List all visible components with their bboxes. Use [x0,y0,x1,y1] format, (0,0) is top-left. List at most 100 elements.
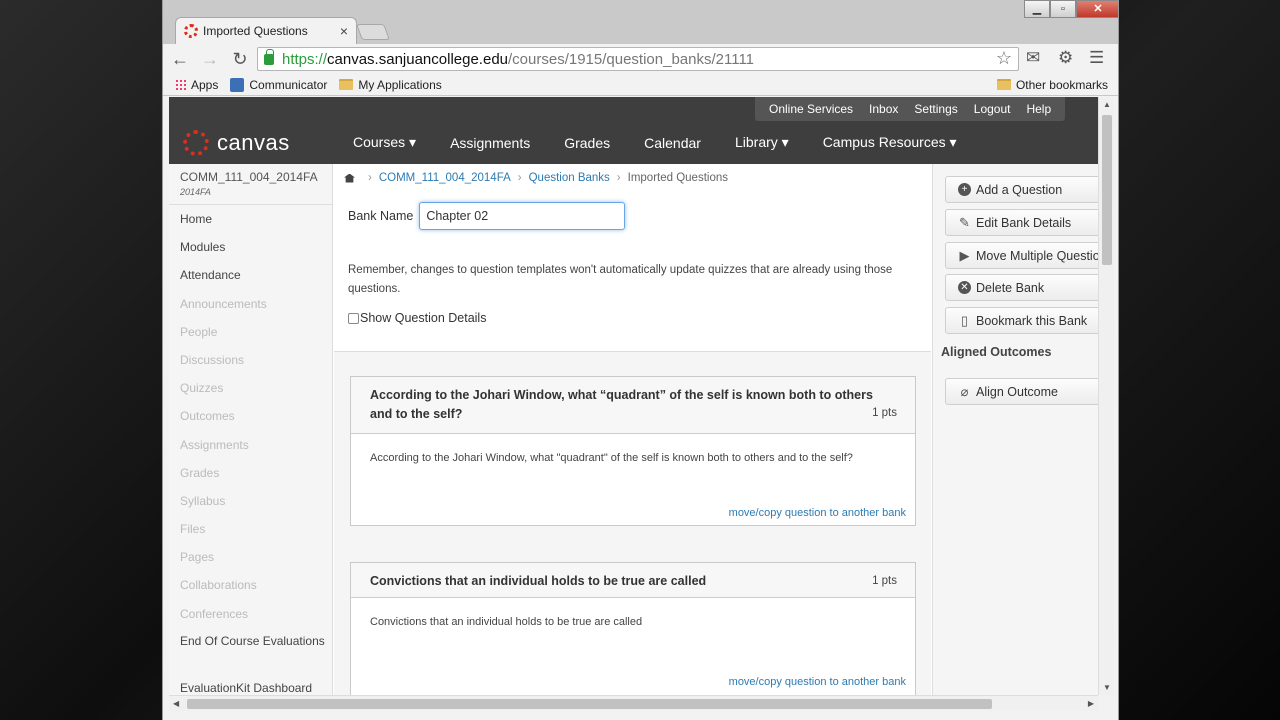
show-details-checkbox[interactable] [348,312,359,324]
nav-campus-resources[interactable]: Campus Resources ▾ [823,134,957,151]
url-path: /courses/1915/question_banks/21111 [508,50,755,68]
nav-assignments[interactable]: Assignments [450,135,530,151]
bank-name-label: Bank Name [348,209,414,223]
util-logout[interactable]: Logout [974,102,1011,116]
delete-bank-button[interactable]: ✕ Delete Bank [945,274,1098,301]
pencil-icon: ✎ [959,214,970,230]
mail-icon[interactable]: ✉ [1026,48,1040,68]
course-nav-item[interactable]: Discussions [169,346,332,374]
util-help[interactable]: Help [1026,102,1051,116]
vertical-scrollbar[interactable]: ▲ ▼ [1098,97,1114,695]
move-copy-link[interactable]: move/copy question to another bank [729,507,906,519]
course-name: COMM_111_004_2014FA [180,170,318,184]
course-nav-item[interactable]: Modules [169,233,332,261]
course-nav-item[interactable]: End Of Course Evaluations [169,628,332,675]
bank-name-input[interactable] [419,202,626,230]
question-text: According to the Johari Window, what "qu… [370,452,853,464]
breadcrumb: › COMM_111_004_2014FA › Question Banks ›… [344,172,728,184]
course-nav-item[interactable]: Collaborations [169,571,332,599]
template-notice: Remember, changes to question templates … [348,264,893,295]
scroll-right-icon[interactable]: ▶ [1088,699,1094,708]
bookmark-other[interactable]: Other bookmarks [996,78,1108,92]
move-copy-link[interactable]: move/copy question to another bank [729,676,906,688]
breadcrumb-separator: › [368,172,372,184]
menu-icon[interactable]: ☰ [1089,48,1104,68]
edit-bank-details-button[interactable]: ✎ Edit Bank Details [945,209,1098,236]
course-nav-item[interactable]: Outcomes [169,402,332,430]
plus-circle-icon: + [958,183,971,196]
breadcrumb-current: Imported Questions [627,172,728,184]
logo-text: canvas [217,129,290,155]
home-icon[interactable] [344,173,355,183]
add-question-button[interactable]: + Add a Question [945,176,1098,203]
breadcrumb-course[interactable]: COMM_111_004_2014FA [379,172,511,184]
course-nav-item[interactable]: EvaluationKit Dashboard [169,675,332,695]
course-nav-item[interactable]: Quizzes [169,374,332,402]
play-arrow-icon: ▶ [959,247,970,263]
question-title: According to the Johari Window, what “qu… [370,388,873,421]
course-nav-item[interactable]: Announcements [169,290,332,318]
scroll-up-icon[interactable]: ▲ [1103,100,1111,109]
bookmark-my-applications[interactable]: My Applications [339,78,442,92]
vertical-scroll-thumb[interactable] [1102,115,1112,265]
nav-grades[interactable]: Grades [564,135,610,151]
util-settings[interactable]: Settings [914,102,957,116]
bookmark-apps[interactable]: Apps [175,78,218,92]
browser-tab[interactable]: Imported Questions × [175,17,357,44]
folder-icon [996,79,1011,90]
move-multiple-questions-button[interactable]: ▶ Move Multiple Questions [945,242,1098,269]
nav-calendar[interactable]: Calendar [644,135,701,151]
util-online-services[interactable]: Online Services [769,102,853,116]
util-inbox[interactable]: Inbox [869,102,898,116]
course-nav-item[interactable]: Grades [169,459,332,487]
question-text: Convictions that an individual holds to … [370,616,643,628]
question-card: Convictions that an individual holds to … [350,562,916,695]
question-card: According to the Johari Window, what “qu… [350,376,916,526]
bank-name-row: Bank Name [348,202,626,230]
new-tab-button[interactable] [356,24,390,40]
course-nav-item[interactable]: Assignments [169,431,332,459]
course-nav: Home Modules Attendance Announcements People… [169,204,333,695]
bookmarks-bar: Apps Communicator My Applications Other … [163,74,1118,96]
horizontal-scroll-thumb[interactable] [187,699,992,709]
show-details-row[interactable]: Show Question Details [348,311,486,325]
scroll-down-icon[interactable]: ▼ [1103,683,1111,692]
course-nav-item[interactable]: Pages [169,543,332,571]
tab-close-icon[interactable]: × [340,23,348,39]
minimize-icon[interactable]: ▁ [1024,0,1050,18]
course-nav-item[interactable]: Syllabus [169,487,332,515]
main-content: › COMM_111_004_2014FA › Question Banks ›… [334,164,931,695]
close-window-icon[interactable]: ✕ [1076,0,1118,18]
address-bar[interactable]: https://canvas.sanjuancollege.edu/course… [257,47,1019,71]
course-nav-item[interactable]: Conferences [169,600,332,628]
scroll-left-icon[interactable]: ◀ [173,699,179,708]
communicator-icon [230,77,245,92]
show-details-label: Show Question Details [360,311,487,325]
maximize-icon[interactable]: ▫ [1050,0,1076,18]
bookmark-star-icon[interactable]: ☆ [996,48,1012,69]
canvas-favicon-icon [184,24,198,38]
course-nav-item[interactable]: Attendance [169,261,332,289]
breadcrumb-separator: › [616,172,621,184]
question-title: Convictions that an individual holds to … [370,574,707,588]
course-nav-item[interactable]: Home [169,205,332,233]
bookmark-communicator[interactable]: Communicator [230,77,327,92]
back-arrow-icon[interactable]: ← [167,49,193,70]
reload-icon[interactable]: ↻ [227,49,253,70]
horizontal-scrollbar[interactable]: ◀ ▶ [169,695,1098,711]
course-nav-item[interactable]: Files [169,515,332,543]
question-body: Convictions that an individual holds to … [351,598,915,695]
course-nav-item[interactable]: People [169,318,332,346]
nav-library[interactable]: Library ▾ [735,134,789,151]
tab-title: Imported Questions [203,24,308,38]
course-title: COMM_111_004_2014FA 2014FA [169,164,333,204]
utility-bar: Online Services Inbox Settings Logout He… [169,97,1098,121]
forward-arrow-icon[interactable]: → [197,49,223,70]
canvas-logo[interactable]: canvas [183,129,353,156]
align-outcome-button[interactable]: ⌀ Align Outcome [945,378,1098,405]
bookmark-bank-button[interactable]: ▯ Bookmark this Bank [945,307,1098,334]
breadcrumb-question-banks[interactable]: Question Banks [529,172,610,184]
utility-links: Online Services Inbox Settings Logout He… [755,97,1066,121]
nav-courses[interactable]: Courses ▾ [353,134,416,151]
gear-icon[interactable]: ⚙ [1058,48,1073,68]
